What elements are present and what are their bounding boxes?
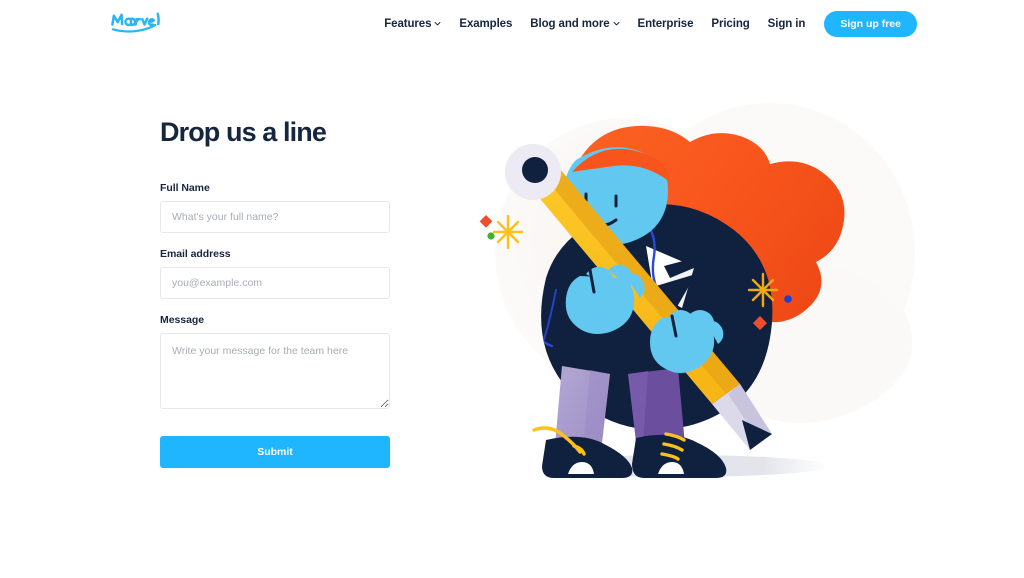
nav-item-label: Blog and more	[530, 18, 610, 30]
chevron-down-icon	[434, 20, 441, 27]
nav-item-examples[interactable]: Examples	[450, 14, 521, 34]
nav-item-label: Sign in	[767, 18, 806, 30]
decoration-green-dot-left	[487, 232, 495, 240]
nav-item-label: Pricing	[711, 18, 750, 30]
nav-item-label: Features	[384, 18, 432, 30]
site-header: Features Examples Blog and more Enterpri…	[0, 0, 1024, 48]
email-label: Email address	[160, 247, 231, 260]
nav-item-label: Enterprise	[637, 18, 694, 30]
email-input[interactable]	[160, 266, 390, 299]
nav-item-enterprise[interactable]: Enterprise	[629, 14, 703, 34]
chevron-down-icon	[613, 20, 620, 27]
nav-item-blog-and-more[interactable]: Blog and more	[521, 14, 628, 34]
message-textarea[interactable]	[160, 332, 390, 409]
hero-illustration	[450, 78, 920, 508]
submit-button[interactable]: Submit	[160, 435, 390, 468]
main-navigation: Features Examples Blog and more Enterpri…	[375, 11, 917, 37]
contact-page: Features Examples Blog and more Enterpri…	[0, 0, 1024, 578]
full-name-label: Full Name	[160, 181, 210, 194]
decoration-red-diamond-left	[479, 215, 493, 228]
nav-item-label: Examples	[459, 18, 513, 30]
eraser-center	[522, 157, 548, 183]
nav-item-features[interactable]: Features	[375, 14, 450, 34]
marvel-logo[interactable]	[110, 10, 168, 36]
decoration-blue-dot-right	[784, 295, 792, 303]
nav-item-sign-in[interactable]: Sign in	[759, 14, 815, 34]
field-email: Email address	[160, 248, 390, 299]
field-full-name: Full Name	[160, 182, 390, 233]
contact-form-column: Drop us a line Full Name Email address M…	[160, 117, 390, 468]
right-shoe	[632, 432, 727, 478]
nav-item-pricing[interactable]: Pricing	[702, 14, 758, 34]
message-label: Message	[160, 313, 205, 326]
full-name-input[interactable]	[160, 200, 390, 233]
sign-up-free-button[interactable]: Sign up free	[824, 11, 917, 37]
field-message: Message	[160, 314, 390, 414]
contact-form: Full Name Email address Message Submit	[160, 182, 390, 468]
page-title: Drop us a line	[160, 117, 327, 147]
